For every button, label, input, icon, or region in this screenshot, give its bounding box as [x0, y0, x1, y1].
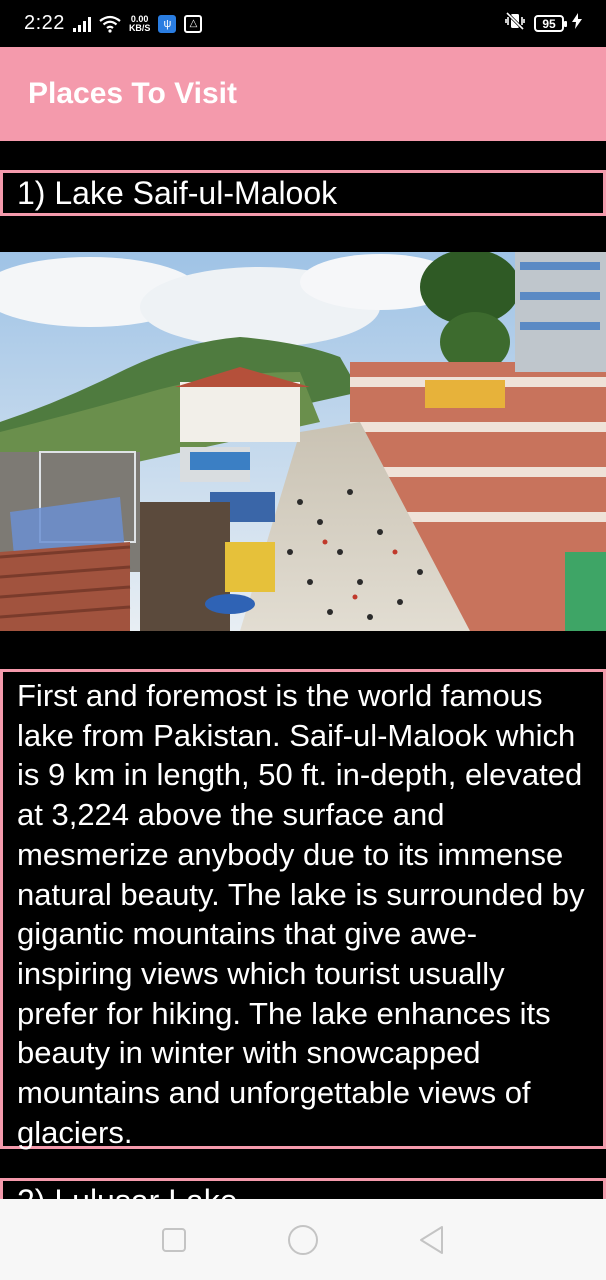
recents-button[interactable]	[154, 1220, 194, 1260]
charging-icon	[572, 13, 582, 34]
status-bar: 2:22 0.00 KB/S ψ △ 95	[0, 0, 606, 47]
battery-indicator: 95	[534, 15, 567, 32]
place-title: 1) Lake Saif-ul-Malook	[17, 175, 338, 211]
network-speed-unit: KB/S	[128, 22, 151, 33]
wifi-icon	[99, 15, 121, 33]
navigation-bar	[0, 1199, 606, 1280]
status-time: 2:22	[24, 12, 65, 34]
vibrate-icon	[504, 11, 526, 35]
place-title-box: 1) Lake Saif-ul-Malook	[0, 170, 606, 216]
app-bar: Places To Visit	[0, 47, 606, 141]
page-title: Places To Visit	[28, 77, 237, 110]
home-button[interactable]	[283, 1220, 323, 1260]
places-list[interactable]: 1) Lake Saif-ul-Malook First and foremos…	[0, 141, 606, 1199]
place-description: First and foremost is the world famous l…	[17, 678, 585, 1150]
back-button[interactable]	[412, 1220, 452, 1260]
circle-icon	[287, 1224, 318, 1255]
place-image	[0, 252, 606, 631]
square-icon	[162, 1227, 187, 1252]
signal-icon	[72, 16, 91, 32]
place-description-box: First and foremost is the world famous l…	[0, 669, 606, 1150]
status-left: 2:22 0.00 KB/S ψ △	[24, 12, 203, 35]
network-speed: 0.00 KB/S	[128, 14, 151, 33]
status-right: 95	[504, 11, 582, 35]
usb-icon: ψ	[158, 14, 177, 33]
back-triangle-icon	[419, 1225, 443, 1254]
place-title: 2) Lulusar Lake	[17, 1183, 238, 1199]
place-title-box: 2) Lulusar Lake	[0, 1178, 606, 1199]
app-icon: △	[184, 14, 203, 33]
